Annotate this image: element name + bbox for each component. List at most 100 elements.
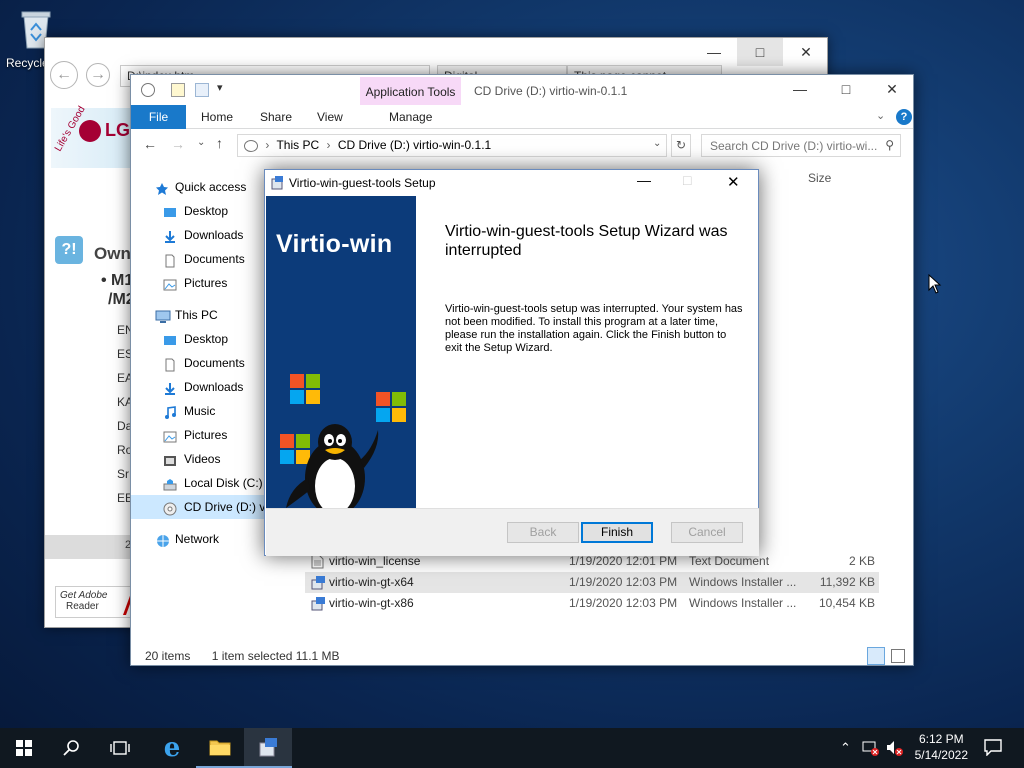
back-button[interactable]: Back <box>507 522 579 543</box>
setup-wizard-dialog[interactable]: Virtio-win-guest-tools Setup — □ ✕ Virti… <box>264 169 759 556</box>
internet-explorer-icon: e <box>163 733 181 763</box>
lg-circle-icon <box>79 120 101 142</box>
nav-item-cd-drive-d-vi[interactable]: CD Drive (D:) vi <box>131 495 265 519</box>
setup-close-button[interactable]: ✕ <box>727 173 740 191</box>
desktop-icon <box>163 204 177 218</box>
customize-qat-chevron-icon[interactable]: ▾ <box>217 81 223 94</box>
nav-item-local-disk-c[interactable]: Local Disk (C:) <box>131 471 265 495</box>
nav-item-label: Pictures <box>184 276 228 290</box>
network-disconnected-icon[interactable] <box>862 740 880 759</box>
folder-icon <box>209 740 231 756</box>
file-size: 10,454 KB <box>818 596 875 610</box>
nav-item-label: Pictures <box>184 428 228 442</box>
tab-share[interactable]: Share <box>260 105 292 129</box>
nav-item-music[interactable]: Music <box>131 399 265 423</box>
task-view-icon <box>110 741 130 755</box>
setup-footer: Back Finish Cancel <box>266 508 759 556</box>
internet-explorer-taskbar-button[interactable]: e <box>148 728 196 768</box>
back-arrow-icon[interactable]: ← <box>143 136 157 152</box>
nav-item-documents[interactable]: Documents <box>131 351 265 375</box>
breadcrumb-bar[interactable]: › This PC › CD Drive (D:) virtio-win-0.1… <box>237 134 667 157</box>
setup-maximize-button: □ <box>683 172 692 188</box>
explorer-maximize-button[interactable]: □ <box>823 75 869 103</box>
nav-item-label: This PC <box>175 308 218 322</box>
up-arrow-icon[interactable]: ↑ <box>216 135 223 151</box>
file-date: 1/19/2020 12:03 PM <box>569 575 678 589</box>
search-taskbar-button[interactable] <box>48 728 96 768</box>
status-bar: 20 items 1 item selected 11.1 MB <box>145 649 340 663</box>
nav-item-this-pc[interactable]: This PC <box>131 303 265 327</box>
large-icons-view-icon[interactable] <box>891 649 905 663</box>
system-clock[interactable]: 6:12 PM 5/14/2022 <box>915 731 968 763</box>
breadcrumb-this-pc[interactable]: This PC <box>276 138 319 152</box>
ie-minimize-button[interactable]: — <box>691 38 737 66</box>
nav-item-videos[interactable]: Videos <box>131 447 265 471</box>
taskbar: e ⌃ 6:12 PM 5/14/2022 <box>0 728 1024 768</box>
nav-item-downloads[interactable]: Downloads <box>131 375 265 399</box>
cancel-button[interactable]: Cancel <box>671 522 743 543</box>
setup-titlebar: Virtio-win-guest-tools Setup — □ ✕ <box>265 170 758 196</box>
nav-item-pictures[interactable]: Pictures <box>131 271 265 295</box>
column-header-size[interactable]: Size <box>808 171 831 185</box>
installer-icon <box>270 175 285 190</box>
clock-date: 5/14/2022 <box>914 748 968 762</box>
setup-taskbar-button[interactable] <box>244 728 292 768</box>
documents-icon <box>163 252 177 268</box>
nav-item-desktop[interactable]: Desktop <box>131 199 265 223</box>
adobe-reader-badge[interactable]: Get Adobe Reader <box>55 586 135 618</box>
address-dropdown-chevron-icon[interactable]: ⌄ <box>653 138 661 149</box>
nav-item-network[interactable]: Network <box>131 527 265 551</box>
file-row[interactable]: virtio-win-gt-x86 1/19/2020 12:03 PM Windo… <box>305 593 879 614</box>
details-view-icon[interactable] <box>867 647 885 665</box>
tab-home[interactable]: Home <box>201 105 233 129</box>
nav-item-desktop[interactable]: Desktop <box>131 327 265 351</box>
network-icon <box>155 532 169 547</box>
task-view-button[interactable] <box>96 728 144 768</box>
cd-drive-d-vi-icon <box>163 500 177 516</box>
clock-time: 6:12 PM <box>918 732 964 746</box>
nav-item-label: Downloads <box>184 380 244 394</box>
help-question-icon: ?! <box>55 236 83 264</box>
nav-item-pictures[interactable]: Pictures <box>131 423 265 447</box>
show-hidden-icons-chevron-icon[interactable]: ⌃ <box>840 740 851 756</box>
help-icon[interactable]: ? <box>896 109 912 125</box>
ie-close-button[interactable]: ✕ <box>783 38 829 66</box>
file-size: 11,392 KB <box>819 575 875 589</box>
file-row[interactable]: virtio-win-gt-x64 1/19/2020 12:03 PM Windo… <box>305 572 879 593</box>
file-size: 2 KB <box>848 554 875 568</box>
application-tools-label: Application Tools <box>365 85 456 99</box>
tux-penguin-icon <box>280 418 390 508</box>
ie-maximize-button[interactable]: □ <box>737 38 783 66</box>
videos-icon <box>163 452 177 466</box>
setup-title: Virtio-win-guest-tools Setup <box>289 176 436 190</box>
downloads-icon <box>163 228 177 243</box>
file-type: Windows Installer ... <box>689 575 797 589</box>
refresh-icon[interactable]: ↻ <box>671 134 691 157</box>
forward-arrow-icon[interactable]: → <box>171 136 185 152</box>
nav-item-documents[interactable]: Documents <box>131 247 265 271</box>
tab-file[interactable]: File <box>131 105 186 129</box>
explorer-minimize-button[interactable]: — <box>777 75 823 103</box>
finish-button[interactable]: Finish <box>581 522 653 543</box>
new-folder-icon[interactable] <box>195 83 209 97</box>
ribbon-expand-chevron-icon[interactable]: ⌄ <box>876 109 885 122</box>
nav-item-label: Desktop <box>184 204 229 218</box>
recent-locations-chevron-icon[interactable]: ⌄ <box>197 137 205 148</box>
nav-item-downloads[interactable]: Downloads <box>131 223 265 247</box>
setup-minimize-button[interactable]: — <box>637 172 651 188</box>
file-explorer-taskbar-button[interactable] <box>196 728 244 768</box>
breadcrumb-drive[interactable]: CD Drive (D:) virtio-win-0.1.1 <box>338 138 491 152</box>
explorer-close-button[interactable]: ✕ <box>869 75 915 103</box>
volume-muted-icon[interactable] <box>886 740 904 759</box>
nav-item-quick-access[interactable]: Quick access <box>131 175 265 199</box>
action-center-button[interactable] <box>984 738 1002 759</box>
ie-forward-button[interactable]: → <box>86 63 110 87</box>
tab-view[interactable]: View <box>317 105 343 129</box>
start-button[interactable] <box>0 728 48 768</box>
search-input[interactable]: Search CD Drive (D:) virtio-wi... ⚲ <box>701 134 901 157</box>
installer-icon <box>311 596 326 618</box>
ie-back-button[interactable]: ← <box>50 61 78 89</box>
properties-icon[interactable] <box>171 83 185 97</box>
tab-manage[interactable]: Manage <box>389 105 432 129</box>
pictures-icon <box>163 276 177 291</box>
